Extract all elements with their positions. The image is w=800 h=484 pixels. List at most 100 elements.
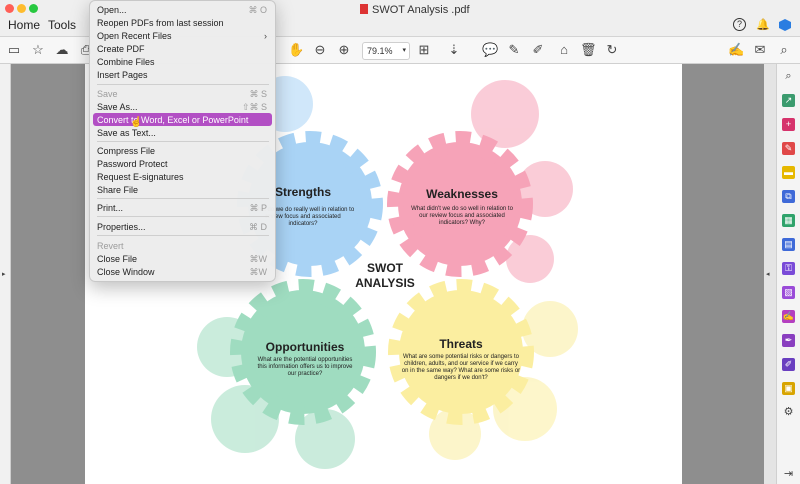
shortcut-save-as: ⇧⌘ S xyxy=(241,102,267,112)
zoom-out-icon[interactable]: ⊖ xyxy=(312,42,328,58)
left-panel-toggle[interactable]: ▸ xyxy=(0,64,11,484)
weaknesses-desc-1: What didn't we do so well in relation to xyxy=(411,206,514,212)
send-for-review-icon[interactable]: ▣ xyxy=(782,382,795,395)
email-icon[interactable]: ✉ xyxy=(752,42,768,58)
menu-item-close-file[interactable]: Close File xyxy=(97,253,137,265)
file-menu: Open... ⌘ O Reopen PDFs from last sessio… xyxy=(89,0,276,282)
shortcut-close-file: ⌘W xyxy=(249,254,268,264)
search-icon[interactable]: ⌕ xyxy=(776,42,792,58)
opportunities-title: Opportunities xyxy=(266,340,345,354)
strengths-desc-2: review focus and associated xyxy=(265,214,340,220)
account-icon[interactable] xyxy=(778,18,792,32)
organize-pages-icon[interactable]: ▦ xyxy=(782,214,795,227)
chevron-down-icon: ▾ xyxy=(402,47,406,54)
prepare-form-icon[interactable]: ✐ xyxy=(782,358,795,371)
center-title-line1: SWOT xyxy=(367,261,404,275)
pdf-file-icon xyxy=(360,4,368,14)
menu-item-reopen[interactable]: Reopen PDFs from last session xyxy=(97,17,224,29)
menu-item-combine-files[interactable]: Combine Files xyxy=(97,56,155,68)
opportunities-desc-1: What are the potential opportunities xyxy=(258,357,353,363)
scroll-mode-icon[interactable]: ⇣ xyxy=(446,42,462,58)
comment-icon[interactable]: 💬 xyxy=(482,42,498,58)
menu-item-open[interactable]: Open... xyxy=(97,4,127,16)
collapse-panel-icon[interactable]: ⇥ xyxy=(782,468,795,481)
edit-pdf-icon[interactable]: ✎ xyxy=(782,142,795,155)
bookmark-star-icon[interactable]: ☆ xyxy=(30,42,46,58)
gear-weaknesses xyxy=(387,131,533,277)
bg-gear-weaknesses-3 xyxy=(506,235,554,283)
strengths-title: Strengths xyxy=(275,185,331,199)
zoom-level-select[interactable]: 79.1% ▾ xyxy=(362,42,410,60)
save-icon[interactable]: ▭ xyxy=(6,42,22,58)
upload-cloud-icon[interactable]: ☁ xyxy=(54,42,70,58)
weaknesses-desc-2: our review focus and associated xyxy=(419,213,505,219)
fill-sign-icon[interactable]: ✍ xyxy=(782,310,795,323)
menu-item-insert-pages[interactable]: Insert Pages xyxy=(97,69,148,81)
menu-separator xyxy=(97,84,269,85)
tools-sidebar: ⌕ ↗ + ✎ ▬ ⧉ ▦ ▤ ⚿ ▧ ✍ ✒ ✐ ▣ ⚙ ⇥ xyxy=(776,64,800,484)
rotate-icon[interactable]: ↻ xyxy=(604,42,620,58)
mouse-cursor-icon: ☝ xyxy=(130,117,143,128)
bell-icon[interactable]: 🔔 xyxy=(756,18,770,32)
protect-icon[interactable]: ⚿ xyxy=(782,262,795,275)
shortcut-save: ⌘ S xyxy=(249,89,267,99)
gear-threats-shape xyxy=(388,279,534,425)
fit-page-icon[interactable]: ⊞ xyxy=(416,42,432,58)
threats-title: Threats xyxy=(439,337,483,351)
weaknesses-title: Weaknesses xyxy=(426,187,498,201)
tab-home[interactable]: Home xyxy=(8,18,40,32)
help-icon[interactable]: ? xyxy=(733,18,746,31)
draw-icon[interactable]: ✐ xyxy=(530,42,546,58)
chevron-right-icon: ▸ xyxy=(2,271,6,278)
more-tools-icon[interactable]: ⚙ xyxy=(782,406,795,419)
minimize-window-button[interactable] xyxy=(17,4,26,13)
menu-separator xyxy=(97,235,269,236)
menu-item-share-file[interactable]: Share File xyxy=(97,184,138,196)
menu-item-create-pdf[interactable]: Create PDF xyxy=(97,43,145,55)
center-title-line2: ANALYSIS xyxy=(355,276,415,290)
strengths-desc-3: indicators? xyxy=(288,221,318,227)
menu-item-request-esignatures[interactable]: Request E-signatures xyxy=(97,171,184,183)
menu-separator xyxy=(97,216,269,217)
right-panel-toggle[interactable]: ◂ xyxy=(764,64,776,484)
menu-item-properties[interactable]: Properties... xyxy=(97,221,146,233)
document-title-text: SWOT Analysis .pdf xyxy=(372,4,470,16)
menu-item-save-as[interactable]: Save As... xyxy=(97,101,138,113)
comment-tool-icon[interactable]: ▬ xyxy=(782,166,795,179)
tab-tools[interactable]: Tools xyxy=(48,18,76,32)
submenu-chevron-icon: › xyxy=(264,31,267,41)
combine-files-icon[interactable]: ⧉ xyxy=(782,190,795,203)
close-window-button[interactable] xyxy=(5,4,14,13)
menu-separator xyxy=(97,141,269,142)
request-signatures-icon[interactable]: ✒ xyxy=(782,334,795,347)
gear-threats xyxy=(388,279,534,425)
shortcut-print: ⌘ P xyxy=(249,203,267,213)
menu-item-compress[interactable]: Compress File xyxy=(97,145,155,157)
zoom-window-button[interactable] xyxy=(29,4,38,13)
create-pdf-icon[interactable]: + xyxy=(782,118,795,131)
menu-item-convert[interactable]: Convert to Word, Excel or PowerPoint xyxy=(97,114,248,126)
menu-item-password-protect[interactable]: Password Protect xyxy=(97,158,168,170)
document-title: SWOT Analysis .pdf xyxy=(360,4,470,16)
delete-icon[interactable]: 🗑 xyxy=(580,42,597,58)
threats-desc-3: on in the same way? What are some risks … xyxy=(402,368,520,374)
highlight-pen-icon[interactable]: ✎ xyxy=(506,42,522,58)
menu-item-save-as-text[interactable]: Save as Text... xyxy=(97,127,156,139)
shortcut-properties: ⌘ D xyxy=(249,222,267,232)
menu-item-save[interactable]: Save xyxy=(97,88,118,100)
scan-ocr-icon[interactable]: ▤ xyxy=(782,238,795,251)
export-pdf-icon[interactable]: ↗ xyxy=(782,94,795,107)
menu-item-open-recent[interactable]: Open Recent Files xyxy=(97,30,172,42)
menu-item-revert[interactable]: Revert xyxy=(97,240,124,252)
menu-separator xyxy=(97,198,269,199)
hand-tool-icon[interactable]: ✋ xyxy=(288,42,304,58)
stamp-icon[interactable]: ⌂ xyxy=(556,42,572,58)
zoom-level-value: 79.1% xyxy=(367,46,393,56)
zoom-search-icon[interactable]: ⌕ xyxy=(782,70,795,83)
sign-icon[interactable]: ✍ xyxy=(728,42,744,58)
threats-desc-2: children, adults, and our service if we … xyxy=(404,361,518,367)
menu-item-print[interactable]: Print... xyxy=(97,202,123,214)
zoom-in-icon[interactable]: ⊕ xyxy=(336,42,352,58)
redact-icon[interactable]: ▧ xyxy=(782,286,795,299)
menu-item-close-window[interactable]: Close Window xyxy=(97,266,155,278)
